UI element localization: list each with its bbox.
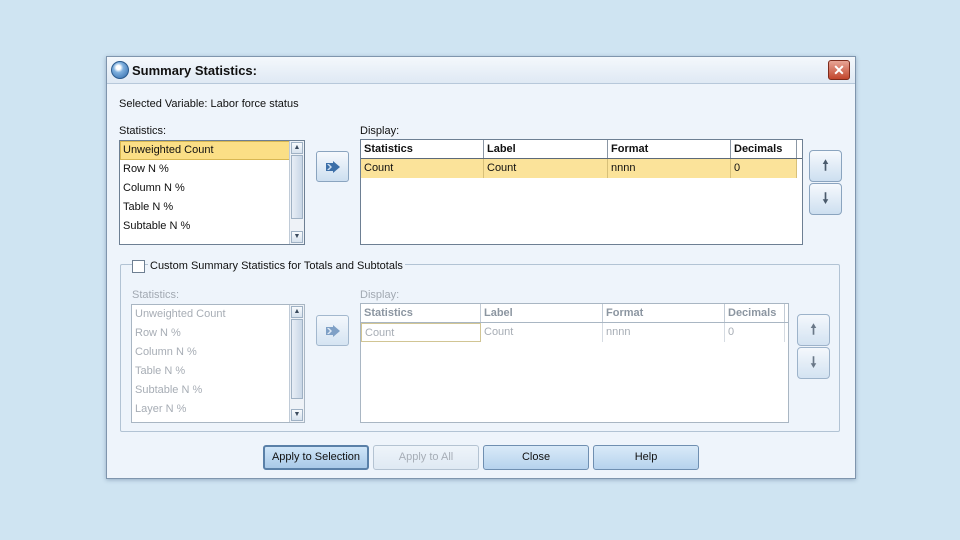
custom-statistics-checkbox[interactable]: [132, 260, 145, 273]
statistics-label: Statistics:: [119, 125, 167, 137]
arrow-up-icon: 🠕: [822, 157, 829, 173]
summary-statistics-dialog: Summary Statistics: ✕ Selected Variable:…: [106, 56, 856, 479]
move-to-display-button[interactable]: [316, 151, 349, 182]
arrow-down-icon: 🠗: [822, 190, 829, 206]
display-table[interactable]: Statistics Label Format Decimals Count Count…: [360, 139, 803, 245]
custom-move-down-button: 🠗: [797, 347, 830, 379]
table-cell: Count: [481, 323, 603, 342]
custom-display-table: Statistics Label Format Decimals Count Count…: [360, 303, 789, 423]
list-item: Unweighted Count: [135, 308, 226, 320]
move-up-button[interactable]: 🠕: [809, 150, 842, 182]
custom-statistics-scrollbar: ▲ ▼: [289, 305, 304, 422]
column-header[interactable]: Format: [608, 140, 731, 158]
table-row[interactable]: Count Count nnnn 0: [361, 159, 802, 178]
list-item[interactable]: Table N %: [120, 198, 304, 217]
move-down-button[interactable]: 🠗: [809, 183, 842, 215]
close-button[interactable]: Close: [483, 445, 589, 470]
scrollbar-thumb[interactable]: [291, 155, 303, 219]
list-item: Table N %: [135, 365, 186, 377]
list-item: Column N %: [135, 346, 197, 358]
custom-statistics-label: Custom Summary Statistics for Totals and…: [148, 260, 405, 272]
statistics-scrollbar[interactable]: ▲ ▼: [289, 141, 304, 244]
table-cell: nnnn: [603, 323, 725, 342]
table-cell[interactable]: 0: [731, 159, 797, 178]
column-header: Format: [603, 304, 725, 322]
custom-move-to-display-button: [316, 315, 349, 346]
statistics-listbox[interactable]: Unweighted Count Row N % Column N % Table N…: [119, 140, 305, 245]
custom-move-up-button: 🠕: [797, 314, 830, 346]
scroll-down-icon[interactable]: ▼: [291, 231, 303, 243]
table-cell[interactable]: Count: [361, 159, 484, 178]
custom-statistics-listbox: Unweighted Count Row N % Column N % Table N…: [131, 304, 305, 423]
apply-to-selection-button[interactable]: Apply to Selection: [263, 445, 369, 470]
table-row: Count Count nnnn 0: [361, 323, 788, 342]
scroll-up-icon[interactable]: ▲: [291, 142, 303, 154]
help-button[interactable]: Help: [593, 445, 699, 470]
column-header[interactable]: Label: [484, 140, 608, 158]
display-label: Display:: [360, 125, 400, 137]
scroll-up-icon: ▲: [291, 306, 303, 318]
arrow-up-icon: 🠕: [810, 321, 817, 337]
list-item: Row N %: [135, 327, 181, 339]
selected-variable-label: Selected Variable: Labor force status: [119, 98, 299, 110]
table-cell: 0: [725, 323, 785, 342]
display-table-header: Statistics Label Format Decimals: [361, 140, 802, 159]
custom-display-table-header: Statistics Label Format Decimals: [361, 304, 788, 323]
apply-to-all-button: Apply to All: [373, 445, 479, 470]
dialog-title: Summary Statistics:: [132, 63, 257, 78]
scroll-down-icon: ▼: [291, 409, 303, 421]
list-item[interactable]: Unweighted Count: [120, 141, 304, 160]
column-header: Label: [481, 304, 603, 322]
column-header[interactable]: Decimals: [731, 140, 797, 158]
arrow-down-icon: 🠗: [810, 354, 817, 370]
arrow-right-icon: [326, 325, 340, 337]
close-window-button[interactable]: ✕: [828, 60, 850, 80]
list-item[interactable]: Column N %: [120, 179, 304, 198]
custom-statistics-list-label: Statistics:: [132, 289, 180, 301]
list-item: Layer N %: [135, 403, 187, 415]
table-cell[interactable]: Count: [484, 159, 608, 178]
list-item[interactable]: Subtable N %: [120, 217, 304, 236]
arrow-right-icon: [326, 161, 340, 173]
column-header[interactable]: Statistics: [361, 140, 484, 158]
custom-display-label: Display:: [360, 289, 400, 301]
column-header: Statistics: [361, 304, 481, 322]
app-icon: [111, 61, 129, 79]
list-item[interactable]: Row N %: [120, 160, 304, 179]
column-header: Decimals: [725, 304, 785, 322]
title-bar[interactable]: Summary Statistics: ✕: [107, 57, 855, 84]
scrollbar-thumb: [291, 319, 303, 399]
list-item: Subtable N %: [135, 384, 203, 396]
table-cell[interactable]: nnnn: [608, 159, 731, 178]
table-cell: Count: [361, 323, 481, 342]
